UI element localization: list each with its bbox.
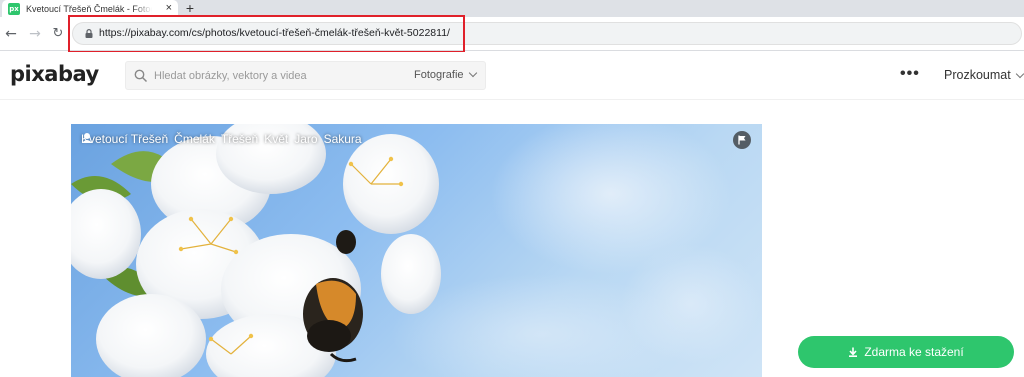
cherry-blossom-bumblebee-image (71, 124, 761, 377)
reload-icon[interactable]: ↻ (49, 25, 67, 43)
media-type-label: Fotografie (414, 69, 464, 81)
tag-link[interactable]: Květ (264, 132, 288, 146)
tag-link[interactable]: Kvetoucí Třešeň (81, 132, 168, 146)
pixabay-logo[interactable]: pixabay (10, 62, 99, 86)
more-menu-icon[interactable]: ••• (900, 66, 920, 82)
media-type-dropdown[interactable]: Fotografie (414, 68, 477, 81)
photo-tags: Kvetoucí Třešeň Čmelák Třešeň Květ Jaro … (81, 132, 362, 146)
browser-tabstrip: px Kvetoucí Třešeň Čmelák - Fotografie z… (0, 0, 1024, 17)
address-bar[interactable]: https://pixabay.com/cs/photos/kvetoucí-t… (72, 22, 1022, 45)
explore-chevron-down-icon (1015, 69, 1024, 79)
lock-icon (85, 29, 93, 38)
back-arrow-icon[interactable]: ← (2, 25, 20, 43)
download-label: Zdarma ke stažení (864, 345, 964, 359)
tag-link[interactable]: Čmelák (174, 132, 215, 146)
tab-close-icon[interactable]: × (166, 3, 172, 14)
forward-arrow-icon[interactable]: → (26, 25, 44, 43)
new-tab-button[interactable]: + (183, 0, 197, 17)
search-bar: Fotografie (125, 61, 486, 90)
site-header: pixabay Fotografie ••• Prozkoumat (0, 52, 1024, 100)
browser-toolbar: ← → ↻ https://pixabay.com/cs/photos/kvet… (0, 17, 1024, 51)
explore-label: Prozkoumat (944, 68, 1011, 82)
free-download-button[interactable]: Zdarma ke stažení (798, 336, 1014, 368)
tab-title: Kvetoucí Třešeň Čmelák - Fotografie zdar… (26, 3, 152, 14)
tag-link[interactable]: Sakura (324, 132, 362, 146)
main-photo[interactable]: Kvetoucí Třešeň Čmelák Třešeň Květ Jaro … (71, 124, 762, 377)
tag-link[interactable]: Třešeň (221, 132, 258, 146)
url-host: https://pixabay.com (99, 27, 189, 39)
chevron-down-icon (468, 68, 477, 78)
user-avatar-icon[interactable] (81, 132, 93, 144)
search-input[interactable] (154, 66, 394, 86)
report-flag-button[interactable] (733, 131, 751, 149)
download-icon (849, 347, 858, 357)
search-icon[interactable] (134, 69, 148, 83)
url-text[interactable]: https://pixabay.com/cs/photos/kvetoucí-t… (99, 27, 450, 39)
browser-tab[interactable]: px Kvetoucí Třešeň Čmelák - Fotografie z… (2, 0, 178, 17)
url-path: /cs/photos/kvetoucí-třešeň-čmelák-třešeň… (188, 27, 450, 39)
tag-link[interactable]: Jaro (294, 132, 317, 146)
pixabay-favicon-icon: px (8, 2, 20, 15)
explore-menu[interactable]: Prozkoumat (944, 68, 1024, 82)
flag-icon (738, 135, 746, 145)
